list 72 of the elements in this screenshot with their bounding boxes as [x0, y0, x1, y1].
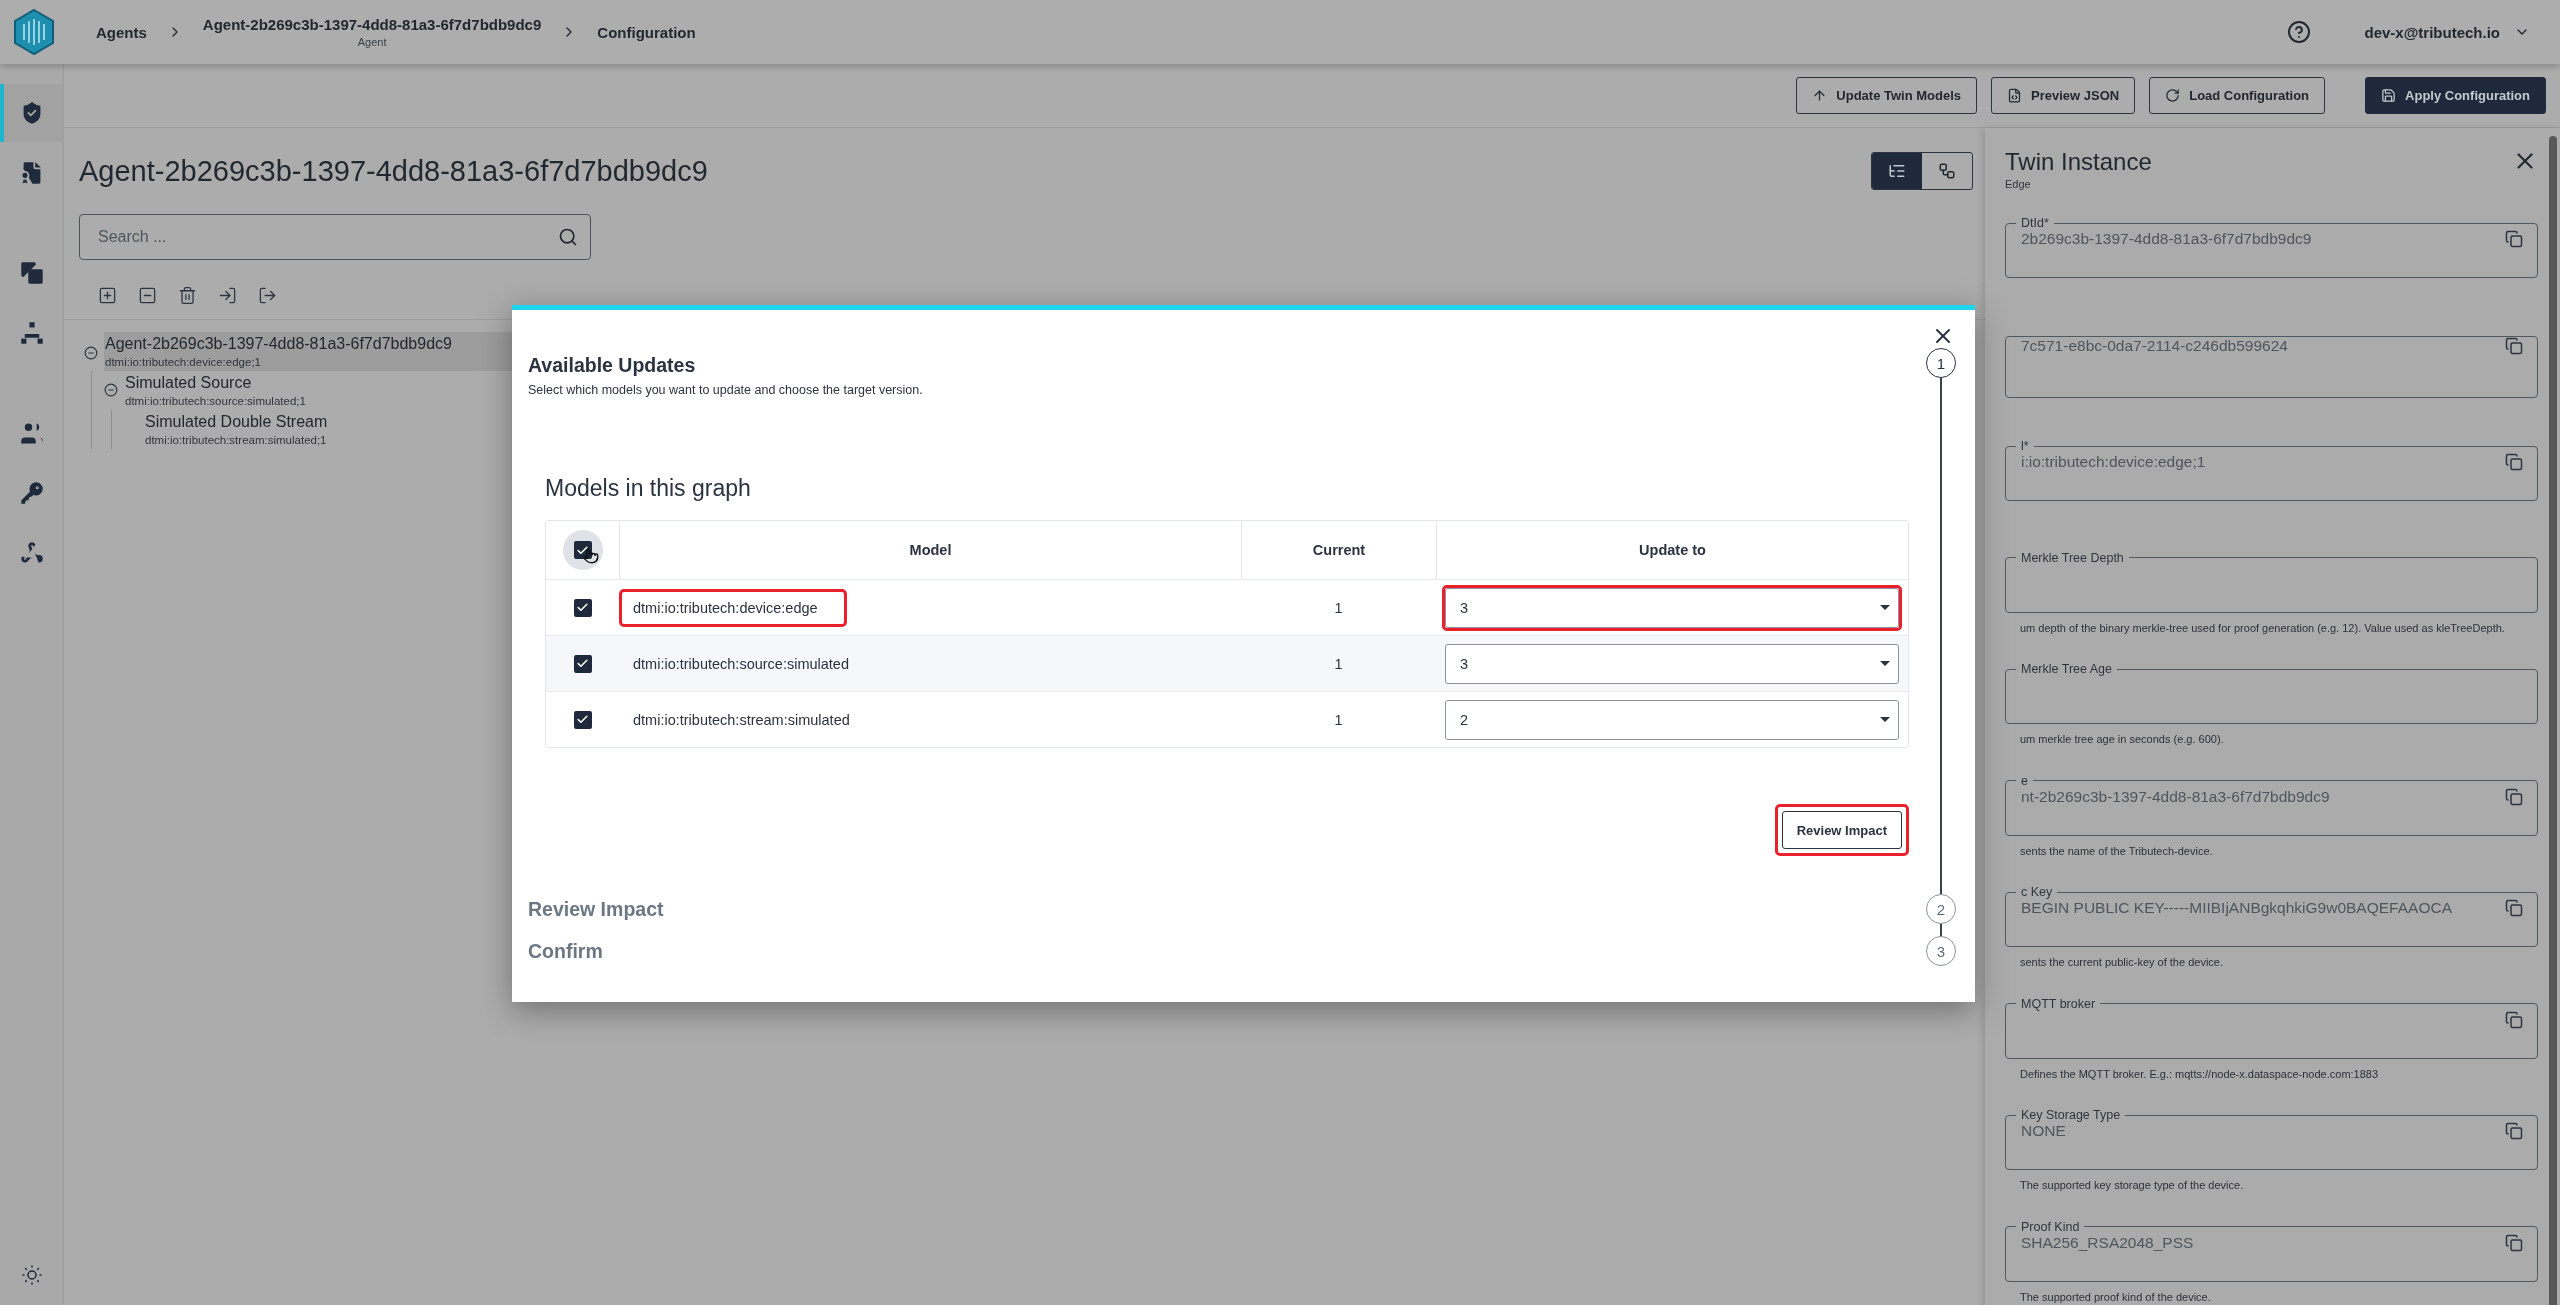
- field-label: Merkle Tree Age: [2020, 662, 2113, 676]
- tree-node[interactable]: Simulated Double Stream dtmi:io:tributech:stream:simulated;1: [144, 410, 404, 449]
- node-model: dtmi:io:tributech:stream:simulated;1: [145, 434, 328, 446]
- user-menu[interactable]: dev-x@tributech.io: [2358, 22, 2536, 42]
- helper-text: The supported key storage type of the device.: [2019, 1178, 2245, 1193]
- text-field[interactable]: l* i:io:tributech:device:edge;1: [2005, 439, 2538, 501]
- toolbar-button[interactable]: Apply Configuration: [2365, 77, 2546, 114]
- field-value: NONE: [2021, 1122, 2066, 1140]
- table-cell: 1: [1334, 711, 1343, 728]
- table-cell: dtmi:io:tributech:stream:simulated: [633, 711, 850, 728]
- text-field[interactable]: Merkle Tree Depth: [2005, 550, 2538, 613]
- field-value: 7c571-e8bc-0da7-2114-c246db599624: [2021, 336, 2288, 355]
- field-label: DtId*: [2020, 216, 2050, 230]
- text-field[interactable]: MQTT broker: [2005, 996, 2538, 1059]
- node-model: dtmi:io:tributech:device:edge;1: [105, 356, 262, 368]
- node-model: dtmi:io:tributech:source:simulated;1: [125, 395, 307, 407]
- field-label: MQTT broker: [2020, 996, 2097, 1011]
- text-field[interactable]: Key Storage Type NONE: [2005, 1108, 2538, 1170]
- table-cell: 1: [1334, 599, 1343, 616]
- field-label: Key Storage Type: [2020, 1108, 2122, 1122]
- text-field[interactable]: Merkle Tree Age: [2005, 662, 2538, 724]
- field-label: e: [2020, 773, 2029, 788]
- breadcrumb-link[interactable]: Configuration: [597, 23, 696, 41]
- version-select[interactable]: 2: [1445, 699, 1899, 740]
- breadcrumb-link[interactable]: Agents: [96, 23, 147, 41]
- step-number: 1: [1926, 348, 1956, 378]
- node-name: Simulated Source: [125, 374, 253, 392]
- field-value: SHA256_RSA2048_PSS: [2021, 1233, 2194, 1252]
- panel-title: Twin Instance: [2005, 148, 2152, 176]
- toolbar-button[interactable]: Preview JSON: [1991, 77, 2136, 114]
- toolbar-button[interactable]: Update Twin Models: [1796, 77, 1978, 114]
- field-value: nt-2b269c3b-1397-4dd8-81a3-6f7d7bdb9dc9: [2021, 787, 2330, 806]
- table-cell: dtmi:io:tributech:source:simulated: [633, 655, 849, 672]
- search-field[interactable]: Search ...: [79, 214, 591, 260]
- step-number: 2: [1926, 894, 1956, 924]
- breadcrumb-sublabel: Agent: [357, 36, 387, 48]
- node-name: Simulated Double Stream: [145, 413, 329, 431]
- step-title: Review Impact: [528, 898, 665, 921]
- helper-text: Defines the MQTT broker. E.g.: mqtts://node-x.dataspace-node.com:1883: [2019, 1066, 2380, 1082]
- step-number: 3: [1926, 936, 1956, 966]
- version-select[interactable]: 3: [1445, 643, 1899, 684]
- helper-text: um depth of the binary merkle-tree used for proof generation (e.g. 12). Value used as kleTreeDepth.: [2019, 620, 2506, 636]
- step-subtitle: Select which models you want to update and choose the target version.: [528, 383, 924, 397]
- page-title: Agent-2b269c3b-1397-4dd8-81a3-6f7d7bdb9dc9: [79, 154, 708, 188]
- helper-text: sents the name of the Tributech-device.: [2019, 843, 2214, 859]
- breadcrumb-link[interactable]: Agent-2b269c3b-1397-4dd8-81a3-6f7d7bdb9dc9 Agent: [202, 16, 542, 48]
- step-title: Confirm: [528, 940, 604, 963]
- review-impact-button[interactable]: Review Impact: [1781, 811, 1902, 849]
- helper-text: The supported proof kind of the device.: [2019, 1289, 2212, 1305]
- tree-node[interactable]: Simulated Source dtmi:io:tributech:source:simulated;1: [124, 371, 384, 410]
- field-label: Merkle Tree Depth: [2020, 550, 2125, 565]
- field-label: Proof Kind: [2020, 1219, 2081, 1234]
- field-label: c Key: [2020, 885, 2054, 899]
- step-title: Available Updates: [528, 354, 697, 377]
- field-label: l*: [2020, 439, 2030, 453]
- text-field[interactable]: DtId* 2b269c3b-1397-4dd8-81a3-6f7d7bdb9dc9: [2005, 216, 2538, 278]
- version-select[interactable]: 3: [1445, 587, 1899, 628]
- table-cell: dtmi:io:tributech:device:edge: [633, 599, 818, 616]
- node-name: Agent-2b269c3b-1397-4dd8-81a3-6f7d7bdb9dc9: [105, 335, 453, 353]
- toolbar-button[interactable]: Load Configuration: [2149, 77, 2326, 114]
- text-field[interactable]: Proof Kind SHA256_RSA2048_PSS: [2005, 1219, 2538, 1282]
- search-input[interactable]: Search ...: [96, 227, 550, 247]
- helper-text: um merkle tree age in seconds (e.g. 600).: [2019, 732, 2225, 747]
- section-title: Models in this graph: [545, 475, 752, 502]
- helper-text: sents the current public-key of the device.: [2019, 955, 2224, 970]
- field-value: i:io:tributech:device:edge;1: [2021, 453, 2206, 471]
- text-field[interactable]: 7c571-e8bc-0da7-2114-c246db599624: [2005, 335, 2538, 398]
- table-cell: 1: [1334, 655, 1343, 672]
- panel-subtitle: Edge: [2005, 178, 2032, 190]
- text-field[interactable]: c Key BEGIN PUBLIC KEY-----MIIBIjANBgkqhkiG9w0BAQEFAAOCA: [2005, 885, 2538, 947]
- field-value: BEGIN PUBLIC KEY-----MIIBIjANBgkqhkiG9w0BAQEFAAOCA: [2021, 899, 2452, 917]
- field-value: 2b269c3b-1397-4dd8-81a3-6f7d7bdb9dc9: [2021, 230, 2312, 248]
